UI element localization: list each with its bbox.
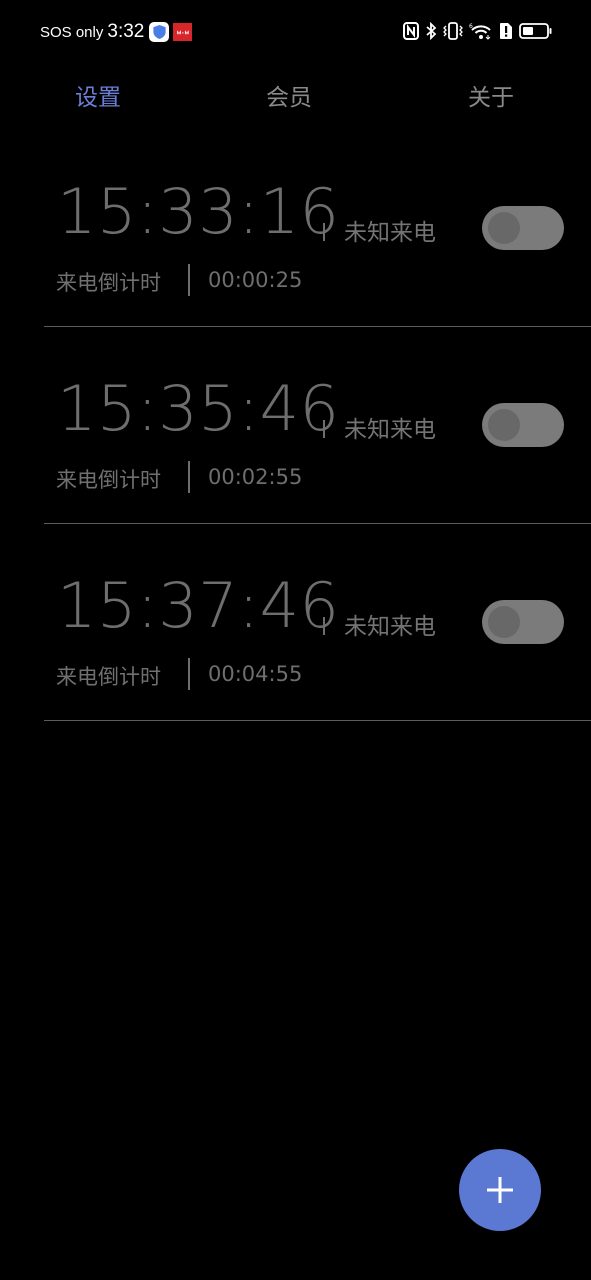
status-bar: SOS only 3:32 ㅂ·ㅂ 6	[0, 0, 591, 66]
wifi-icon: 6	[469, 23, 491, 40]
countdown-label: 来电倒计时	[56, 468, 161, 492]
status-right: 6	[403, 22, 553, 40]
countdown-value: 00:00:25	[208, 268, 303, 292]
nfc-icon	[403, 22, 419, 40]
toggle-knob	[488, 409, 520, 441]
bluetooth-icon	[426, 22, 437, 40]
divider	[188, 461, 190, 493]
toggle-knob	[488, 212, 520, 244]
list-item[interactable]: 15:37:46 未知来电 来电倒计时 00:04:55	[44, 523, 591, 721]
countdown-value: 00:04:55	[208, 662, 303, 686]
call-time: 15:33:16	[57, 175, 340, 248]
status-left: SOS only 3:32 ㅂ·ㅂ	[40, 21, 193, 43]
tab-about[interactable]: 关于	[468, 78, 514, 112]
divider	[188, 264, 190, 296]
sos-text: SOS only	[40, 23, 104, 41]
shield-app-icon	[149, 22, 170, 42]
divider	[323, 617, 325, 635]
caller-name: 未知来电	[344, 220, 436, 246]
tab-membership[interactable]: 会员	[266, 78, 312, 112]
add-button[interactable]	[459, 1149, 541, 1231]
divider	[323, 223, 325, 241]
top-tabs: 设置 会员 关于	[0, 72, 591, 116]
countdown-value: 00:02:55	[208, 465, 303, 489]
tab-settings[interactable]: 设置	[75, 78, 121, 112]
enable-toggle[interactable]	[482, 600, 564, 644]
divider	[188, 658, 190, 690]
enable-toggle[interactable]	[482, 206, 564, 250]
red-app-icon: ㅂ·ㅂ	[173, 23, 193, 41]
divider	[323, 420, 325, 438]
vibrate-icon	[443, 22, 463, 40]
countdown-label: 来电倒计时	[56, 271, 161, 295]
toggle-knob	[488, 606, 520, 638]
status-time: 3:32	[107, 21, 145, 42]
plus-icon	[487, 1177, 513, 1203]
call-time: 15:35:46	[57, 372, 340, 445]
caller-name: 未知来电	[344, 417, 436, 443]
list-item[interactable]: 15:35:46 未知来电 来电倒计时 00:02:55	[44, 326, 591, 524]
countdown-label: 来电倒计时	[56, 665, 161, 689]
enable-toggle[interactable]	[482, 403, 564, 447]
list-item[interactable]: 15:33:16 未知来电 来电倒计时 00:00:25	[44, 129, 591, 327]
sim-alert-icon	[500, 23, 512, 39]
call-time: 15:37:46	[57, 569, 340, 642]
battery-icon	[519, 23, 552, 39]
caller-name: 未知来电	[344, 614, 436, 640]
